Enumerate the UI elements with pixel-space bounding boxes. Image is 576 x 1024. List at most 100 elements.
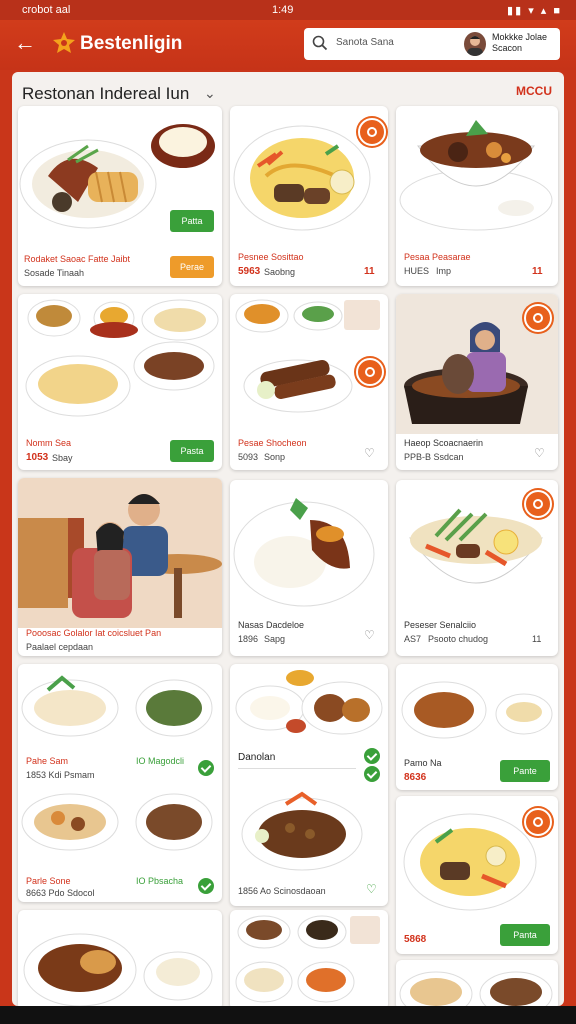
dish-subtitle: PPB-B Ssdcan [404, 452, 464, 462]
back-arrow-icon[interactable]: ← [14, 32, 36, 54]
dish-image [21, 675, 213, 737]
dish-tag: IO Magodcli [136, 756, 185, 766]
food-card[interactable]: Pooosac Golalor Iat coicsluet Pan Paalae… [18, 478, 222, 656]
dish-price: 1053 [26, 452, 49, 463]
avatar[interactable] [464, 32, 486, 56]
app-title: Bestenligin [80, 33, 183, 54]
dish-subtitle: Imp [436, 266, 452, 276]
dish-image [23, 933, 213, 1006]
food-card[interactable] [230, 910, 388, 1006]
food-card[interactable]: 5868 Panta [396, 796, 558, 954]
system-nav-bar [0, 1006, 576, 1024]
dish-name: Nomm Sea [26, 438, 72, 448]
food-card[interactable]: Pamo Na 8636 Pante [396, 664, 558, 790]
status-time: 1:49 [272, 4, 294, 16]
order-button[interactable]: Panta [500, 924, 550, 946]
search-placeholder[interactable]: Sanota Sana [336, 37, 394, 48]
dish-image [241, 791, 363, 871]
food-card[interactable]: Pahe Sam 1853 Kdi Psmam IO Magodcli Parl… [18, 664, 222, 902]
favorite-badge-icon[interactable] [524, 490, 552, 518]
dish-image [401, 681, 553, 739]
check-icon[interactable] [198, 878, 214, 894]
food-card[interactable]: Peseser Senalciio AS7 Psooto chudog 11 [396, 480, 558, 656]
heart-icon[interactable]: ♡ [364, 446, 375, 460]
dish-subtitle: Sonp [264, 452, 286, 462]
food-card[interactable]: Nasas Dacdeloe 1896 Sapg ♡ [230, 480, 388, 656]
food-card[interactable]: Haeop Scoacnaerin PPB-B Ssdcan ♡ [396, 294, 558, 470]
page-title: Restonan Indereal Iun [22, 84, 190, 103]
check-icon[interactable] [364, 748, 380, 764]
favorite-badge-icon[interactable] [356, 358, 384, 386]
favorite-badge-icon[interactable] [524, 304, 552, 332]
food-card[interactable] [396, 960, 558, 1006]
heart-icon[interactable]: ♡ [366, 882, 377, 896]
check-icon[interactable] [364, 766, 380, 782]
dish-image [21, 793, 213, 851]
dish-subtitle: Paalael cepdaan [26, 642, 94, 652]
dish-subtitle: 1856 Ao Scinosdaoan [238, 886, 326, 896]
order-button[interactable]: Patta [170, 210, 214, 232]
restaurant-illustration [18, 478, 222, 628]
dish-name: Pesnee Sosittao [238, 252, 304, 262]
dish-subtitle: Sapg [264, 634, 286, 644]
dish-rating: 11 [532, 634, 542, 644]
food-card[interactable] [18, 910, 222, 1006]
check-icon[interactable] [198, 760, 214, 776]
dish-name: Rodaket Saoac Fatte Jaibt [24, 254, 131, 264]
order-button[interactable]: Pante [500, 760, 550, 782]
dish-subtitle: Psooto chudog [428, 634, 489, 644]
dish-name: Parle Sone [26, 876, 71, 886]
dish-subtitle: Saobng [264, 267, 296, 277]
menu-link[interactable]: MCCU [516, 84, 552, 98]
add-button[interactable]: Perae [170, 256, 214, 278]
favorite-badge-icon[interactable] [358, 118, 386, 146]
search-bar[interactable]: Sanota Sana Mokkke Jolae Scacon [304, 28, 560, 60]
dish-name: Pesaa Peasarae [404, 252, 471, 262]
dish-name: Haeop Scoacnaerin [404, 438, 484, 448]
app-bar: ← Bestenligin Sanota Sana Mokkke Jolae S… [0, 20, 576, 70]
dish-price: 5093 [238, 452, 259, 462]
dish-rating: 11 [532, 266, 543, 277]
dish-price: 1896 [238, 634, 259, 644]
favorite-badge-icon[interactable] [524, 808, 552, 836]
heart-icon[interactable]: ♡ [364, 628, 375, 642]
dish-name: Pooosac Golalor Iat coicsluet Pan [26, 628, 162, 638]
heart-icon[interactable]: ♡ [534, 446, 545, 460]
status-bar: crobot aal 1:49 ▮▮ ▾ ▴ ■ [0, 0, 576, 20]
dish-name: Pamo Na [404, 758, 442, 768]
dish-name: Danolan [238, 752, 276, 763]
dish-image [399, 971, 553, 1006]
food-card[interactable]: Danolan 1856 Ao Scinosdaoan ♡ [230, 664, 388, 906]
food-card[interactable]: Pesnee Sosittao 5963 Saobng 11 [230, 106, 388, 286]
dish-name: Pahe Sam [26, 756, 69, 766]
dish-subtitle: 8663 Pdo Sdocol [26, 888, 95, 898]
dish-price: 5963 [238, 266, 261, 277]
chevron-down-icon[interactable]: ⌄ [204, 85, 216, 102]
logo-icon [53, 32, 75, 53]
dish-subtitle: 1853 Kdi Psmam [26, 770, 95, 780]
divider [238, 768, 356, 769]
search-icon [312, 35, 328, 51]
dish-tag: IO Pbsacha [136, 876, 184, 886]
dish-image [235, 915, 380, 1003]
food-card[interactable]: Nomm Sea 1053 Sbay Pasta [18, 294, 222, 470]
dish-subtitle: Sosade Tinaah [24, 268, 85, 278]
user-name: Mokkke Jolae Scacon [492, 32, 548, 53]
dish-price: 5868 [404, 934, 427, 945]
food-card[interactable]: Pesae Shocheon 5093 Sonp ♡ [230, 294, 388, 470]
dish-price: 8636 [404, 772, 427, 783]
status-left: crobot aal [22, 4, 71, 16]
dish-price: HUES [404, 266, 430, 276]
order-button[interactable]: Pasta [170, 440, 214, 462]
dish-image [25, 299, 219, 417]
dish-name: Peseser Senalciio [404, 620, 477, 630]
dish-name: Pesae Shocheon [238, 438, 307, 448]
dish-price: AS7 [404, 634, 422, 644]
dish-rating: 11 [364, 266, 375, 277]
dish-image [399, 120, 553, 231]
food-card[interactable]: Patta Rodaket Saoac Fatte Jaibt Sosade T… [18, 106, 222, 286]
dish-name: Nasas Dacdeloe [238, 620, 305, 630]
main-panel: Restonan Indereal Iun ⌄ MCCU Patta Rodak… [12, 72, 564, 1006]
food-card[interactable]: Pesaa Peasarae HUES Imp 11 [396, 106, 558, 286]
dish-image [235, 670, 383, 735]
